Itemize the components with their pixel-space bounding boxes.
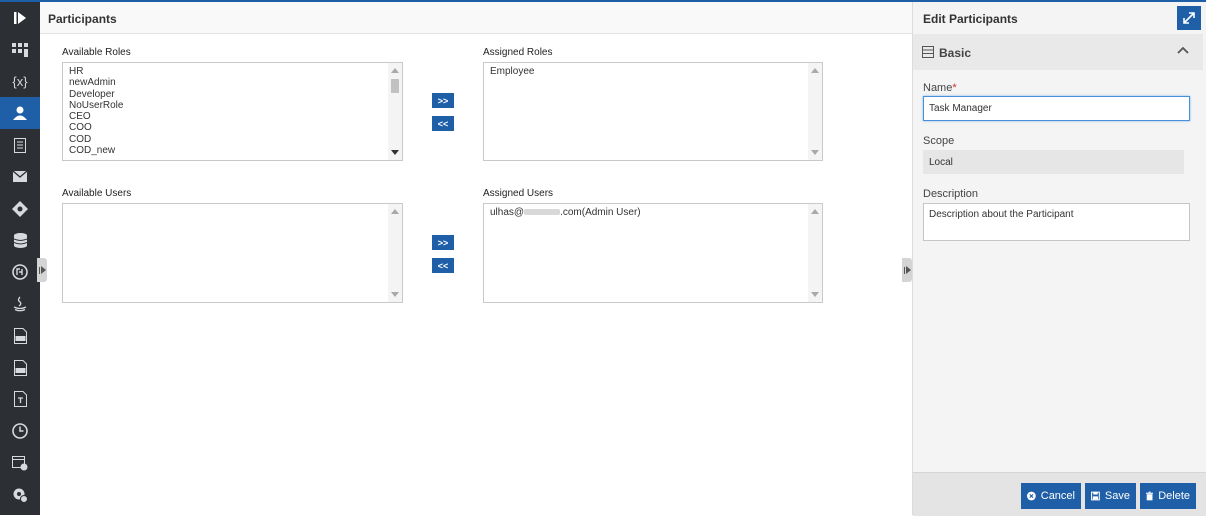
scroll-down-arrow-icon[interactable]: [811, 292, 819, 297]
assigned-users-label: Assigned Users: [483, 188, 554, 199]
scroll-up-arrow-icon[interactable]: [811, 209, 819, 214]
handle-bar-icon: [903, 266, 905, 274]
left-nav-rail: {x}: [0, 2, 40, 515]
scroll-thumb[interactable]: [391, 79, 399, 93]
scroll-down-arrow-icon[interactable]: [391, 150, 399, 155]
page-title: Participants: [48, 12, 117, 26]
scroll-up-arrow-icon[interactable]: [811, 68, 819, 73]
settings-icon[interactable]: [0, 479, 40, 511]
basic-section-header[interactable]: Basic: [913, 34, 1203, 70]
scroll-up-arrow-icon[interactable]: [391, 209, 399, 214]
expand-panel-button[interactable]: [1177, 6, 1201, 30]
scroll-down-arrow-icon[interactable]: [391, 292, 399, 297]
list-item[interactable]: COD_new: [69, 145, 386, 156]
clock-icon[interactable]: [0, 415, 40, 447]
remove-role-button[interactable]: <<: [432, 116, 454, 131]
list-item[interactable]: ulhas@ .com(Admin User): [490, 207, 806, 218]
delete-button[interactable]: Delete: [1140, 483, 1196, 509]
panel-title: Edit Participants: [923, 12, 1018, 26]
document-icon[interactable]: [0, 129, 40, 161]
available-roles-label: Available Roles: [62, 47, 131, 58]
handle-arrow-icon: [905, 266, 911, 274]
scope-label: Scope: [923, 135, 955, 147]
participant-icon[interactable]: [0, 97, 40, 130]
save-button[interactable]: Save: [1085, 483, 1136, 509]
expand-icon: [1183, 12, 1195, 24]
available-users-list[interactable]: [62, 203, 403, 303]
chevron-up-icon[interactable]: [1177, 46, 1189, 54]
add-role-button[interactable]: >>: [432, 93, 454, 108]
save-icon: [1091, 491, 1100, 501]
available-roles-scrollbar[interactable]: [388, 63, 402, 160]
api-icon[interactable]: [0, 256, 40, 288]
cancel-button-label: Cancel: [1040, 490, 1075, 502]
name-label-text: Name: [923, 82, 953, 94]
available-roles-list[interactable]: HR newAdmin Developer NoUserRole CEO COO COD CO…: [62, 62, 403, 161]
required-mark: *: [952, 82, 957, 94]
save-button-label: Save: [1104, 490, 1130, 502]
panel-footer: Cancel Save Delete: [913, 472, 1206, 516]
assigned-roles-list[interactable]: Employee: [483, 62, 823, 161]
gateway-icon[interactable]: [0, 193, 40, 225]
trash-icon: [1146, 491, 1154, 501]
available-users-label: Available Users: [62, 188, 132, 199]
section-form-icon: [922, 46, 934, 58]
assigned-roles-scrollbar[interactable]: [808, 63, 822, 160]
css-file-icon[interactable]: [0, 352, 40, 384]
database-icon[interactable]: [0, 225, 40, 257]
name-label: Name*: [923, 82, 957, 94]
participants-main: Participants Available Roles HR newAdmin D…: [37, 2, 912, 515]
redacted-mask: [524, 209, 561, 216]
list-item[interactable]: HR: [69, 66, 386, 77]
user-email-prefix: ulhas@: [490, 207, 525, 218]
list-item[interactable]: COD: [69, 134, 386, 145]
add-user-button[interactable]: >>: [432, 235, 454, 250]
list-item[interactable]: COO: [69, 122, 386, 133]
scroll-up-arrow-icon[interactable]: [391, 68, 399, 73]
handle-arrow-icon: [40, 266, 46, 274]
list-item[interactable]: NoUserRole: [69, 100, 386, 111]
name-input[interactable]: [923, 96, 1190, 121]
handle-bar-icon: [38, 266, 40, 274]
list-item[interactable]: Employee: [490, 66, 806, 77]
dashboard-icon[interactable]: [0, 34, 40, 66]
assigned-roles-items: Employee: [490, 66, 806, 77]
section-title: Basic: [939, 46, 972, 60]
mail-icon[interactable]: [0, 161, 40, 193]
list-item[interactable]: newAdmin: [69, 77, 386, 88]
scope-field: [923, 150, 1184, 174]
java-icon[interactable]: [0, 288, 40, 320]
delete-button-label: Delete: [1158, 490, 1190, 502]
user-email-suffix: .com(Admin User): [560, 207, 641, 218]
assigned-users-list[interactable]: ulhas@ .com(Admin User): [483, 203, 823, 303]
list-item[interactable]: Developer: [69, 89, 386, 100]
expand-left-handle[interactable]: [37, 258, 47, 282]
remove-user-button[interactable]: <<: [432, 258, 454, 273]
variable-glyph: {x}: [12, 73, 28, 89]
main-header: [40, 2, 912, 34]
scroll-down-arrow-icon[interactable]: [811, 150, 819, 155]
assigned-roles-label: Assigned Roles: [483, 47, 553, 58]
template-icon[interactable]: [0, 384, 40, 416]
form-settings-icon[interactable]: [0, 447, 40, 479]
variable-icon[interactable]: {x}: [0, 66, 40, 98]
description-textarea[interactable]: Description about the Participant: [923, 203, 1190, 241]
description-label: Description: [923, 188, 979, 200]
assigned-users-scrollbar[interactable]: [808, 204, 822, 302]
available-roles-items: HR newAdmin Developer NoUserRole CEO COO COD CO…: [69, 66, 386, 156]
available-users-scrollbar[interactable]: [388, 204, 402, 302]
collapse-right-handle[interactable]: [902, 258, 912, 282]
play-icon[interactable]: [0, 2, 40, 34]
cancel-icon: [1027, 491, 1036, 501]
edit-participants-panel: Edit Participants Basic Name* Scope Desc…: [912, 2, 1206, 516]
list-item[interactable]: CEO: [69, 111, 386, 122]
ts-file-icon[interactable]: [0, 320, 40, 352]
cancel-button[interactable]: Cancel: [1021, 483, 1081, 509]
